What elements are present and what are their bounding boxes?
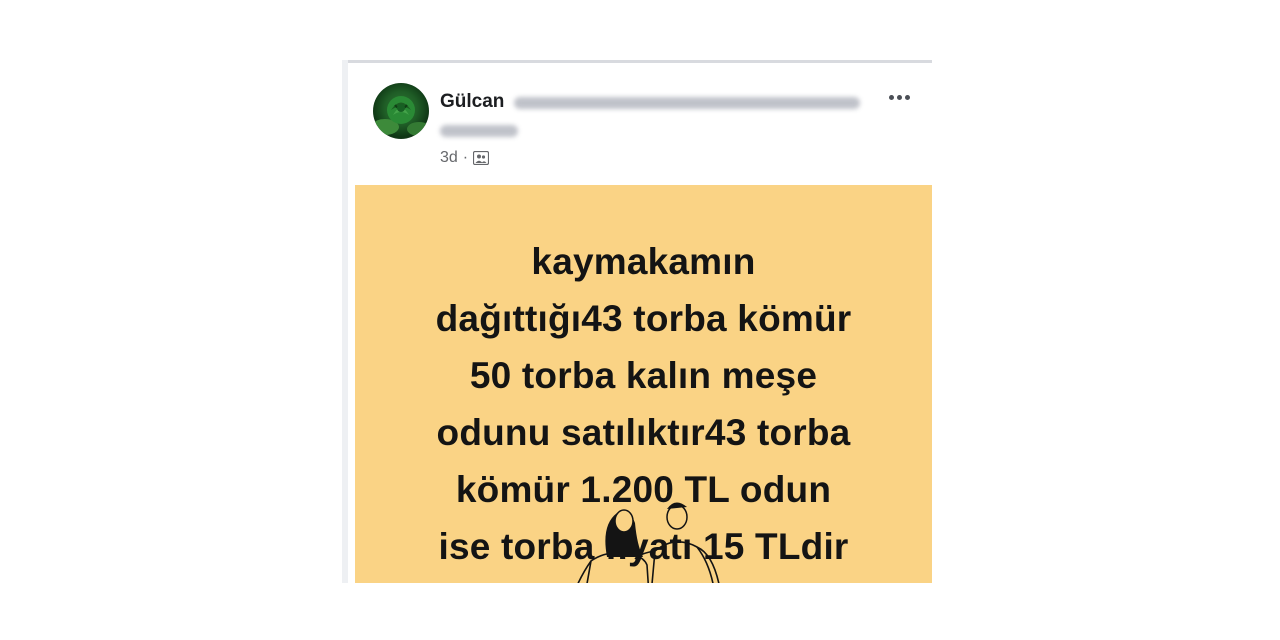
redacted-text-2	[440, 125, 518, 137]
author-name[interactable]: Gülcan	[440, 91, 504, 113]
post-text-line: dağıttığı43 torba kömür	[435, 298, 852, 339]
post-meta: 3d ·	[440, 149, 490, 167]
post-text-line: odunu satılıktır43 torba	[436, 412, 851, 453]
avatar[interactable]	[373, 83, 429, 139]
people-illustration	[577, 502, 720, 583]
rose-image	[373, 96, 429, 136]
post-body: kaymakamın dağıttığı43 torba kömür 50 to…	[355, 185, 932, 583]
post-header: Gülcan 3d ·	[348, 63, 932, 185]
more-icon-dot	[904, 94, 910, 100]
facebook-post: Gülcan 3d · kaymakamın dağıttığı43 torba…	[348, 60, 932, 583]
more-options-button[interactable]	[884, 85, 914, 109]
group-icon[interactable]	[473, 151, 490, 165]
post-text-line: 50 torba kalın meşe	[469, 355, 818, 396]
redacted-text	[514, 97, 860, 109]
post-text-line: kaymakamın	[531, 241, 756, 282]
more-icon	[888, 94, 894, 100]
more-icon-dot	[896, 94, 902, 100]
meta-separator: ·	[462, 149, 469, 166]
post-time[interactable]: 3d	[440, 149, 458, 167]
